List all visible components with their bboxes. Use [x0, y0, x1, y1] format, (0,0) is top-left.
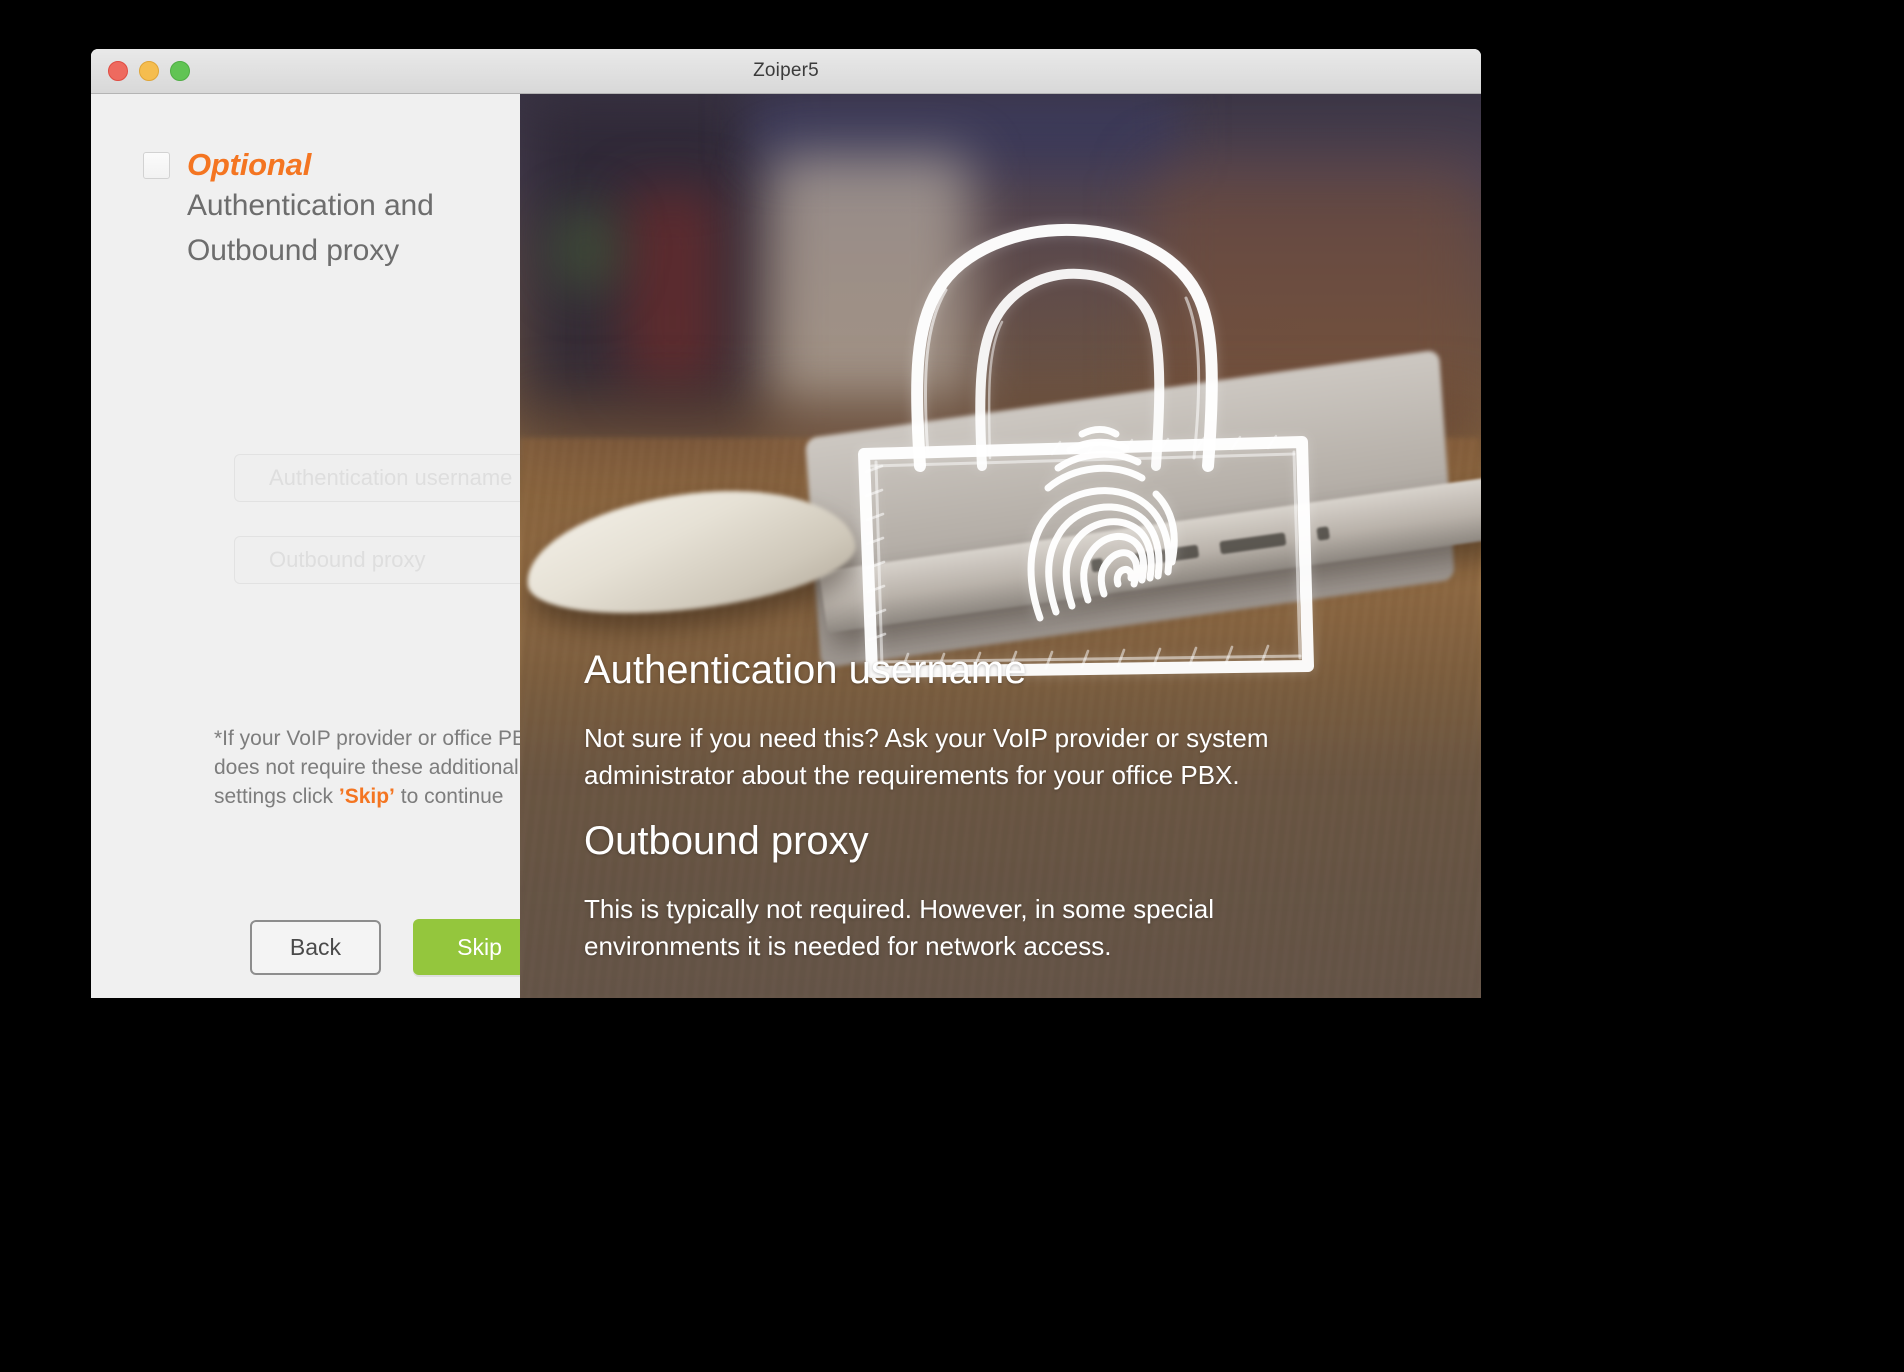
- settings-panel: Optional Authentication and Outbound pro…: [91, 94, 562, 998]
- window-body: Optional Authentication and Outbound pro…: [91, 94, 1481, 998]
- zoom-window-icon[interactable]: [170, 61, 190, 81]
- hero-panel: Authentication username Not sure if you …: [520, 94, 1481, 998]
- optional-label: Optional: [187, 147, 312, 182]
- wizard-button-row: Back Skip: [250, 919, 546, 975]
- window-titlebar: Zoiper5: [91, 49, 1481, 94]
- hero-text-block: Authentication username Not sure if you …: [584, 647, 1441, 965]
- footnote-skip-emphasis: ’Skip’: [338, 785, 395, 809]
- window-title: Zoiper5: [753, 60, 819, 81]
- hero-heading-outbound-proxy: Outbound proxy: [584, 819, 869, 863]
- optional-checkbox[interactable]: [143, 152, 170, 179]
- hero-body-auth-username: Not sure if you need this? Ask your VoIP…: [584, 723, 1269, 791]
- blurred-background-shape: [550, 204, 620, 294]
- traffic-light-controls: [108, 61, 190, 81]
- screen-root: Zoiper5 Optional Authentication and Outb…: [0, 0, 1904, 1372]
- page-title-line2: Outbound proxy: [187, 233, 400, 267]
- input-fields-group: Authentication username Outbound proxy: [234, 454, 562, 618]
- authentication-username-input[interactable]: Authentication username: [234, 454, 562, 502]
- close-window-icon[interactable]: [108, 61, 128, 81]
- back-button[interactable]: Back: [250, 919, 381, 975]
- optional-section-header: Optional Authentication and Outbound pro…: [143, 146, 434, 273]
- blurred-background-shape: [625, 189, 720, 389]
- application-window: Zoiper5 Optional Authentication and Outb…: [91, 49, 1481, 998]
- panel-heading-block: Optional Authentication and Outbound pro…: [187, 146, 434, 273]
- outbound-proxy-input[interactable]: Outbound proxy: [234, 536, 562, 584]
- footnote-text: *If your VoIP provider or office PBX doe…: [214, 724, 544, 812]
- footnote-part2: to continue: [394, 785, 504, 809]
- hero-body-outbound-proxy: This is typically not required. However,…: [584, 894, 1215, 962]
- minimize-window-icon[interactable]: [139, 61, 159, 81]
- padlock-fingerprint-icon: [858, 223, 1314, 678]
- hero-heading-auth-username: Authentication username: [584, 648, 1027, 692]
- page-title-line1: Authentication and: [187, 189, 434, 223]
